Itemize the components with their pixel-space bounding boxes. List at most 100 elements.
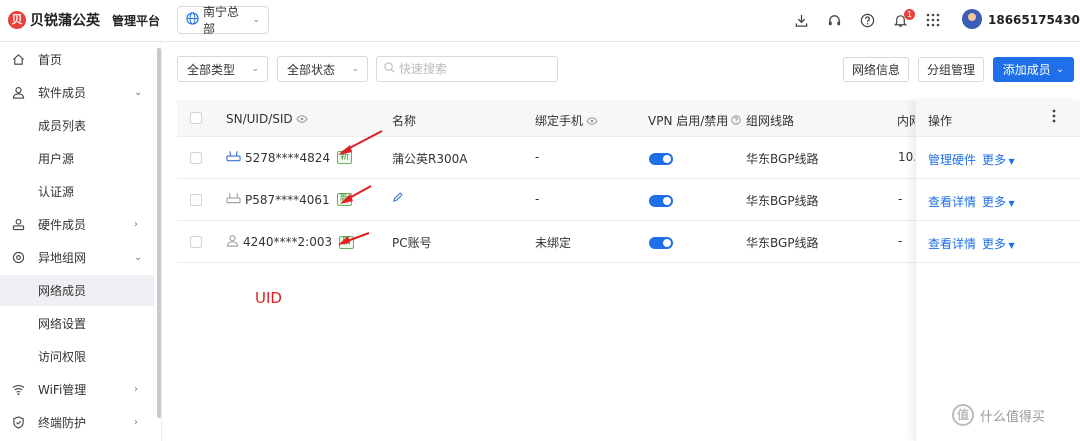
- sidebar-item-network-settings[interactable]: 网络设置: [0, 308, 154, 339]
- chevron-down-icon: ⌄: [1055, 64, 1065, 75]
- bound-phone: 未绑定: [535, 236, 572, 250]
- type-filter-value: 全部类型: [187, 62, 236, 77]
- more-link[interactable]: 更多 ▼: [982, 235, 1015, 252]
- eye-icon[interactable]: [296, 112, 308, 126]
- col-phone-label: 绑定手机: [535, 114, 584, 128]
- more-link[interactable]: 更多 ▼: [982, 151, 1015, 168]
- network-route: 华东BGP线路: [746, 152, 819, 166]
- search-box[interactable]: [376, 56, 558, 82]
- user-account[interactable]: 18665175430: [988, 13, 1080, 27]
- status-filter-select[interactable]: 全部状态 ⌄: [277, 56, 368, 82]
- download-icon[interactable]: [793, 12, 809, 28]
- ops-header: 操作: [916, 100, 1080, 137]
- col-name: 名称: [392, 114, 417, 128]
- sidebar-item-label: 认证源: [38, 185, 75, 199]
- sidebar-item-label: 异地组网: [38, 251, 87, 265]
- sidebar-scrollbar[interactable]: [157, 48, 161, 418]
- apps-grid-icon[interactable]: [925, 12, 941, 28]
- row-checkbox[interactable]: [190, 152, 202, 164]
- app-logo[interactable]: 贝 贝锐蒲公英 管理平台: [8, 10, 160, 30]
- network-info-button[interactable]: 网络信息: [843, 57, 909, 82]
- sidebar-item-access-rights[interactable]: 访问权限: [0, 341, 154, 372]
- ops-row: 查看详情 更多 ▼: [916, 179, 1080, 221]
- avatar[interactable]: [962, 9, 982, 29]
- more-vertical-icon[interactable]: [1052, 109, 1056, 126]
- intranet-ip: -: [898, 234, 903, 248]
- view-details-link[interactable]: 查看详情: [928, 193, 976, 210]
- chevron-down-icon: ⌄: [251, 64, 259, 74]
- sidebar-item-label: 首页: [38, 53, 63, 67]
- sidebar-item-home[interactable]: 首页: [0, 44, 154, 75]
- table-row[interactable]: P587****4061 新 - 华东BGP线路 -: [177, 179, 915, 221]
- col-ops: 操作: [928, 114, 953, 128]
- col-vpn-label: VPN 启用/禁用: [648, 114, 729, 128]
- wifi-icon: [11, 383, 25, 397]
- headset-icon[interactable]: [826, 12, 842, 28]
- col-vpn: VPN 启用/禁用: [648, 112, 741, 129]
- manage-hardware-link[interactable]: 管理硬件: [928, 151, 976, 168]
- member-name: PC账号: [392, 236, 432, 250]
- help-icon[interactable]: [859, 12, 875, 28]
- edit-name-icon[interactable]: [392, 192, 403, 203]
- vpn-toggle[interactable]: [649, 153, 673, 165]
- shield-icon: [11, 416, 25, 430]
- sidebar-item-hardware-members[interactable]: 硬件成员 ›: [0, 209, 154, 240]
- search-input[interactable]: [399, 62, 549, 76]
- chevron-down-icon: ⌄: [351, 64, 359, 74]
- sidebar-item-terminal-protection[interactable]: 终端防护 ›: [0, 407, 154, 438]
- select-all-checkbox[interactable]: [190, 112, 202, 124]
- sidebar-item-user-source[interactable]: 用户源: [0, 143, 154, 174]
- row-checkbox[interactable]: [190, 236, 202, 248]
- org-name: 南宁总部: [203, 5, 240, 36]
- eye-icon[interactable]: [586, 114, 598, 128]
- user-icon: [226, 234, 239, 250]
- vpn-toggle[interactable]: [649, 237, 673, 249]
- sidebar-item-wifi[interactable]: WiFi管理 ›: [0, 374, 154, 405]
- col-sn-label: SN/UID/SID: [226, 112, 293, 126]
- sidebar-item-label: 硬件成员: [38, 218, 87, 232]
- vpn-toggle[interactable]: [649, 195, 673, 207]
- view-details-link[interactable]: 查看详情: [928, 235, 976, 252]
- sidebar-item-label: 网络设置: [38, 317, 87, 331]
- chevron-down-icon: ⌄: [134, 252, 143, 263]
- type-filter-select[interactable]: 全部类型 ⌄: [177, 56, 268, 82]
- chevron-right-icon: ›: [134, 384, 138, 395]
- app-subtitle: 管理平台: [112, 13, 161, 28]
- member-id: P587****4061: [245, 192, 330, 207]
- sidebar-item-software-members[interactable]: 软件成员 ⌄: [0, 77, 154, 108]
- operations-column: 操作 管理硬件 更多 ▼ 查看详情 更多 ▼ 查看详情 更多 ▼: [915, 100, 1080, 441]
- sidebar-item-network-members[interactable]: 网络成员: [0, 275, 154, 306]
- sidebar-item-member-list[interactable]: 成员列表: [0, 110, 154, 141]
- more-label: 更多: [982, 237, 1007, 251]
- more-label: 更多: [982, 195, 1007, 209]
- col-route: 组网线路: [746, 114, 795, 128]
- caret-down-icon: ▼: [1006, 241, 1015, 250]
- intranet-ip: -: [898, 192, 903, 206]
- user-icon: [11, 86, 25, 100]
- group-manage-button[interactable]: 分组管理: [918, 57, 984, 82]
- table-row[interactable]: 4240****2:003 新 PC账号 未绑定 华东BGP线路 -: [177, 221, 915, 263]
- watermark-text: 什么值得买: [980, 409, 1046, 425]
- more-link[interactable]: 更多 ▼: [982, 193, 1015, 210]
- org-selector[interactable]: 南宁总部 ⌄: [177, 5, 269, 36]
- annotation-arrow: [338, 130, 383, 155]
- logo-mark: 贝: [8, 11, 26, 29]
- sidebar-item-auth-source[interactable]: 认证源: [0, 176, 154, 207]
- top-header: 贝 贝锐蒲公英 管理平台 南宁总部 ⌄ 1 18665175430 ⌄: [0, 0, 1080, 42]
- table-row[interactable]: 5278****4824 新 蒲公英R300A - 华东BGP线路 10.1: [177, 137, 925, 179]
- member-id: 4240****2:003: [243, 235, 333, 249]
- chevron-down-icon[interactable]: ⌄: [1068, 12, 1076, 23]
- col-sn: SN/UID/SID: [226, 112, 308, 126]
- sidebar-item-label: 成员列表: [38, 119, 87, 133]
- search-icon: [384, 62, 395, 76]
- device-icon: [226, 192, 241, 207]
- ops-row: 管理硬件 更多 ▼: [916, 137, 1080, 179]
- help-icon[interactable]: [731, 114, 741, 128]
- bound-phone: -: [535, 150, 540, 164]
- row-checkbox[interactable]: [190, 194, 202, 206]
- sidebar-item-remote-network[interactable]: 异地组网 ⌄: [0, 242, 154, 273]
- add-member-button[interactable]: 添加成员 ⌄: [993, 57, 1074, 82]
- watermark-logo: 值: [952, 404, 974, 426]
- caret-down-icon: ▼: [1006, 157, 1015, 166]
- chevron-right-icon: ›: [134, 219, 138, 230]
